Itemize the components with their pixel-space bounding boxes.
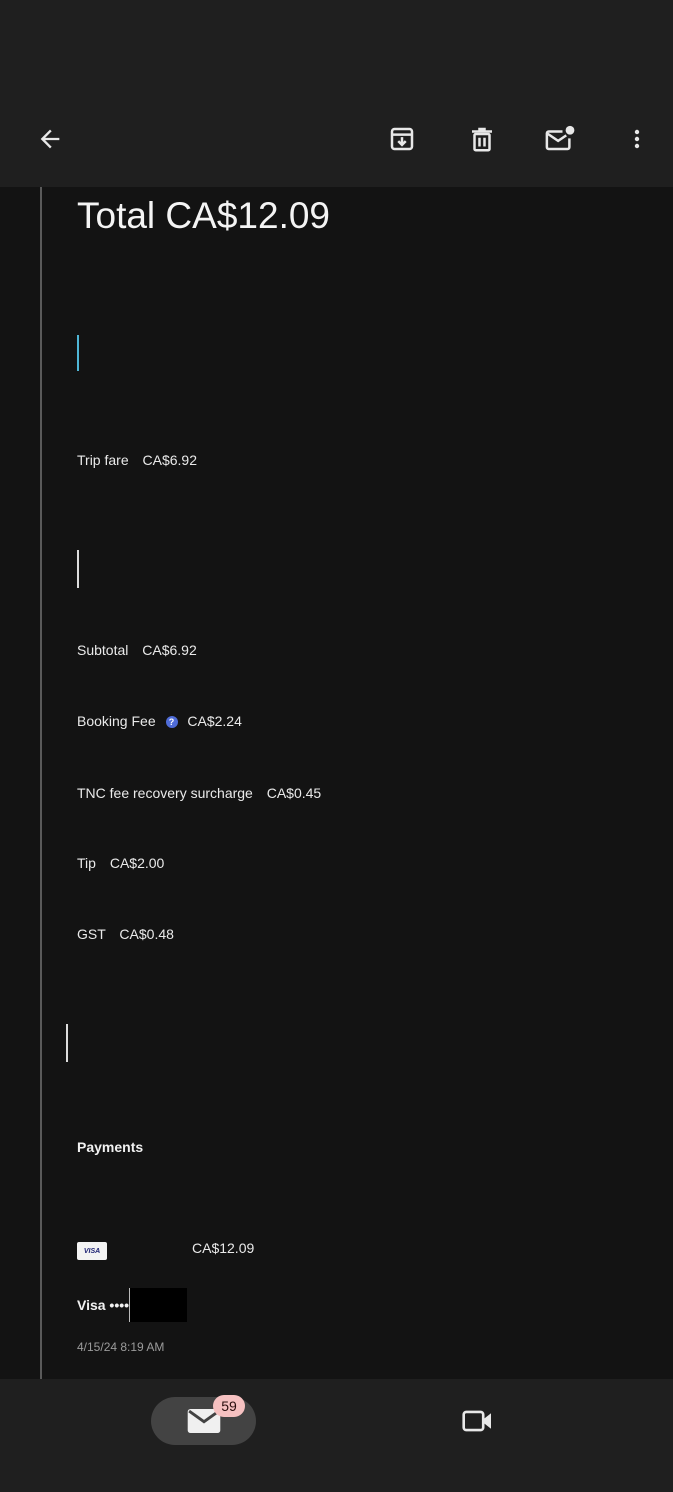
back-arrow-icon	[40, 129, 60, 149]
tnc-fee-row: TNC fee recovery surcharge CA$0.45	[77, 785, 321, 801]
thread-indent-line	[40, 187, 42, 1379]
meet-tab[interactable]	[458, 1401, 498, 1441]
video-camera-icon	[462, 1410, 491, 1432]
tnc-fee-amount: CA$0.45	[266, 785, 322, 801]
card-label: Visa ••••	[77, 1297, 130, 1313]
subtotal-row: Subtotal CA$6.92	[77, 642, 197, 658]
tip-row: Tip CA$2.00	[77, 855, 164, 871]
receipt-total: Total CA$12.09	[77, 195, 331, 236]
trip-fare-label: Trip fare	[77, 452, 129, 468]
bottom-navigation: 59	[0, 1379, 673, 1492]
back-button[interactable]	[26, 115, 74, 163]
card-brand-text: VISA	[83, 1247, 101, 1255]
subtotal-label: Subtotal	[77, 642, 129, 658]
divider-bar	[77, 550, 79, 588]
archive-icon	[390, 127, 414, 151]
trip-fare-row: Trip fare CA$6.92	[77, 452, 197, 468]
top-app-bar	[0, 95, 673, 187]
payment-amount: CA$12.09	[192, 1240, 255, 1256]
more-options-button[interactable]	[613, 115, 661, 163]
delete-icon	[472, 127, 492, 152]
help-icon[interactable]: ?	[165, 716, 178, 729]
gst-amount: CA$0.48	[119, 926, 174, 942]
mark-unread-button[interactable]	[536, 115, 584, 163]
more-vert-icon	[634, 129, 640, 149]
booking-fee-label: Booking Fee	[77, 713, 156, 729]
status-bar	[0, 0, 673, 95]
tnc-fee-label: TNC fee recovery surcharge	[77, 785, 253, 801]
text-cursor	[77, 335, 79, 371]
payment-timestamp: 4/15/24 8:19 AM	[77, 1340, 165, 1354]
tip-label: Tip	[77, 855, 96, 871]
trip-fare-amount: CA$6.92	[142, 452, 197, 468]
booking-fee-row: Booking Fee ? CA$2.24	[77, 713, 242, 729]
divider-bar	[66, 1024, 68, 1062]
gst-row: GST CA$0.48	[77, 926, 174, 942]
payments-heading: Payments	[77, 1139, 144, 1155]
tip-amount: CA$2.00	[109, 855, 165, 871]
delete-button[interactable]	[458, 115, 506, 163]
visa-card-icon: VISA	[77, 1242, 107, 1260]
booking-fee-amount: CA$2.24	[187, 713, 242, 729]
gst-label: GST	[77, 926, 106, 942]
subtotal-amount: CA$6.92	[142, 642, 197, 658]
unread-count-badge: 59	[213, 1395, 245, 1417]
archive-button[interactable]	[378, 115, 426, 163]
redacted-card-number	[129, 1288, 187, 1322]
mark-unread-icon	[545, 125, 575, 151]
